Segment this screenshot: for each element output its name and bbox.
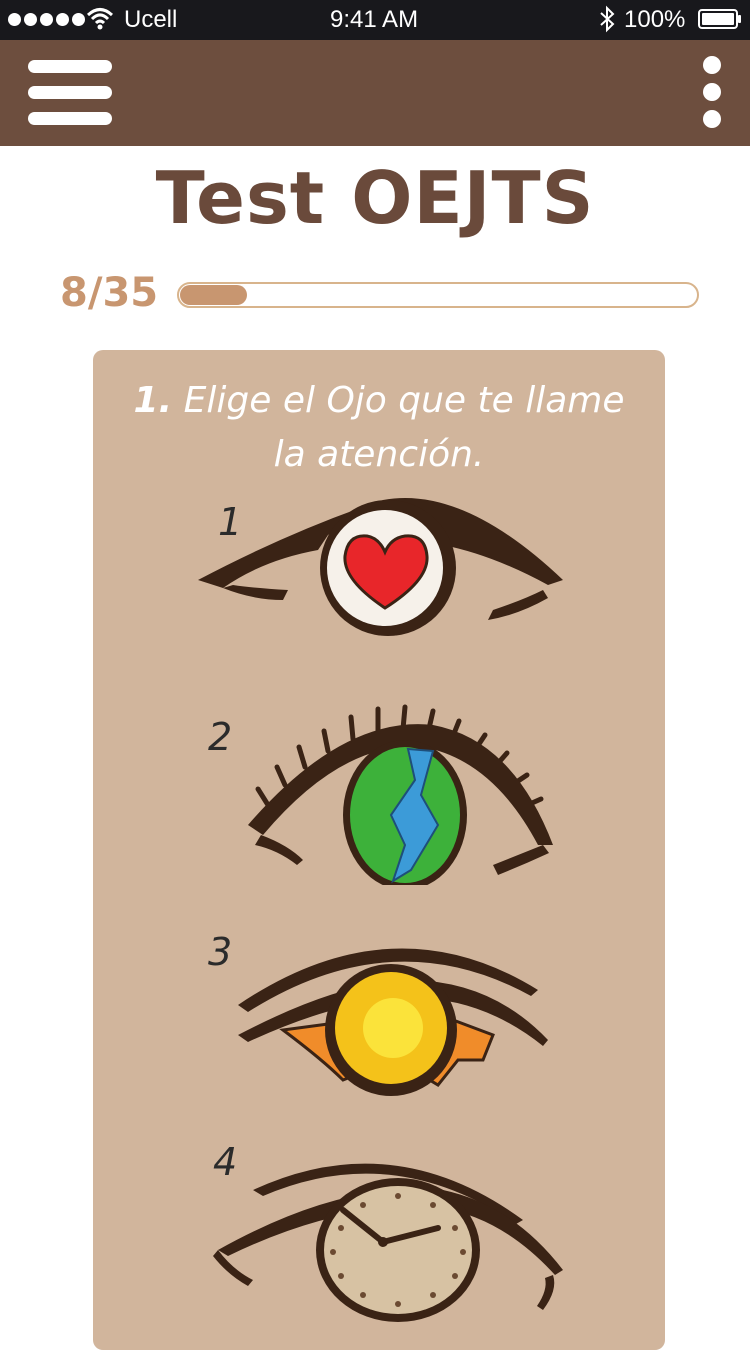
- option-4[interactable]: 4: [193, 1130, 583, 1350]
- page-title: Test OEJTS: [155, 156, 595, 240]
- question-label: Elige el Ojo que te llame la atención.: [183, 380, 625, 475]
- progress-counter: 8/35: [60, 270, 159, 316]
- option-1[interactable]: 1: [193, 490, 583, 650]
- question-card: 1. Elige el Ojo que te llame la atención…: [93, 350, 665, 1350]
- question-number: 1.: [133, 380, 173, 421]
- hamburger-icon[interactable]: [26, 60, 114, 126]
- earth-eye-icon: [248, 704, 553, 885]
- status-bar: Ucell 9:41 AM 100%: [0, 0, 750, 40]
- more-vertical-icon[interactable]: [696, 54, 728, 130]
- question-text: 1. Elige el Ojo que te llame la atención…: [113, 374, 645, 482]
- progress-fill: [180, 285, 247, 305]
- signal-icon: [8, 13, 85, 26]
- heart-eye-icon: [198, 497, 563, 636]
- carrier-name: Ucell: [124, 6, 178, 33]
- app-bar: [0, 40, 750, 146]
- option-2[interactable]: 2: [193, 685, 583, 885]
- status-time: 9:41 AM: [330, 6, 419, 33]
- bluetooth-icon: [600, 5, 615, 33]
- progress-bar: [177, 282, 699, 308]
- sun-eye-icon: [238, 948, 548, 1096]
- battery-percent: 100%: [624, 6, 686, 33]
- battery-icon: [698, 9, 741, 29]
- clock-eye-icon: [213, 1163, 563, 1322]
- option-3[interactable]: 3: [193, 910, 583, 1110]
- wifi-icon: [86, 8, 114, 30]
